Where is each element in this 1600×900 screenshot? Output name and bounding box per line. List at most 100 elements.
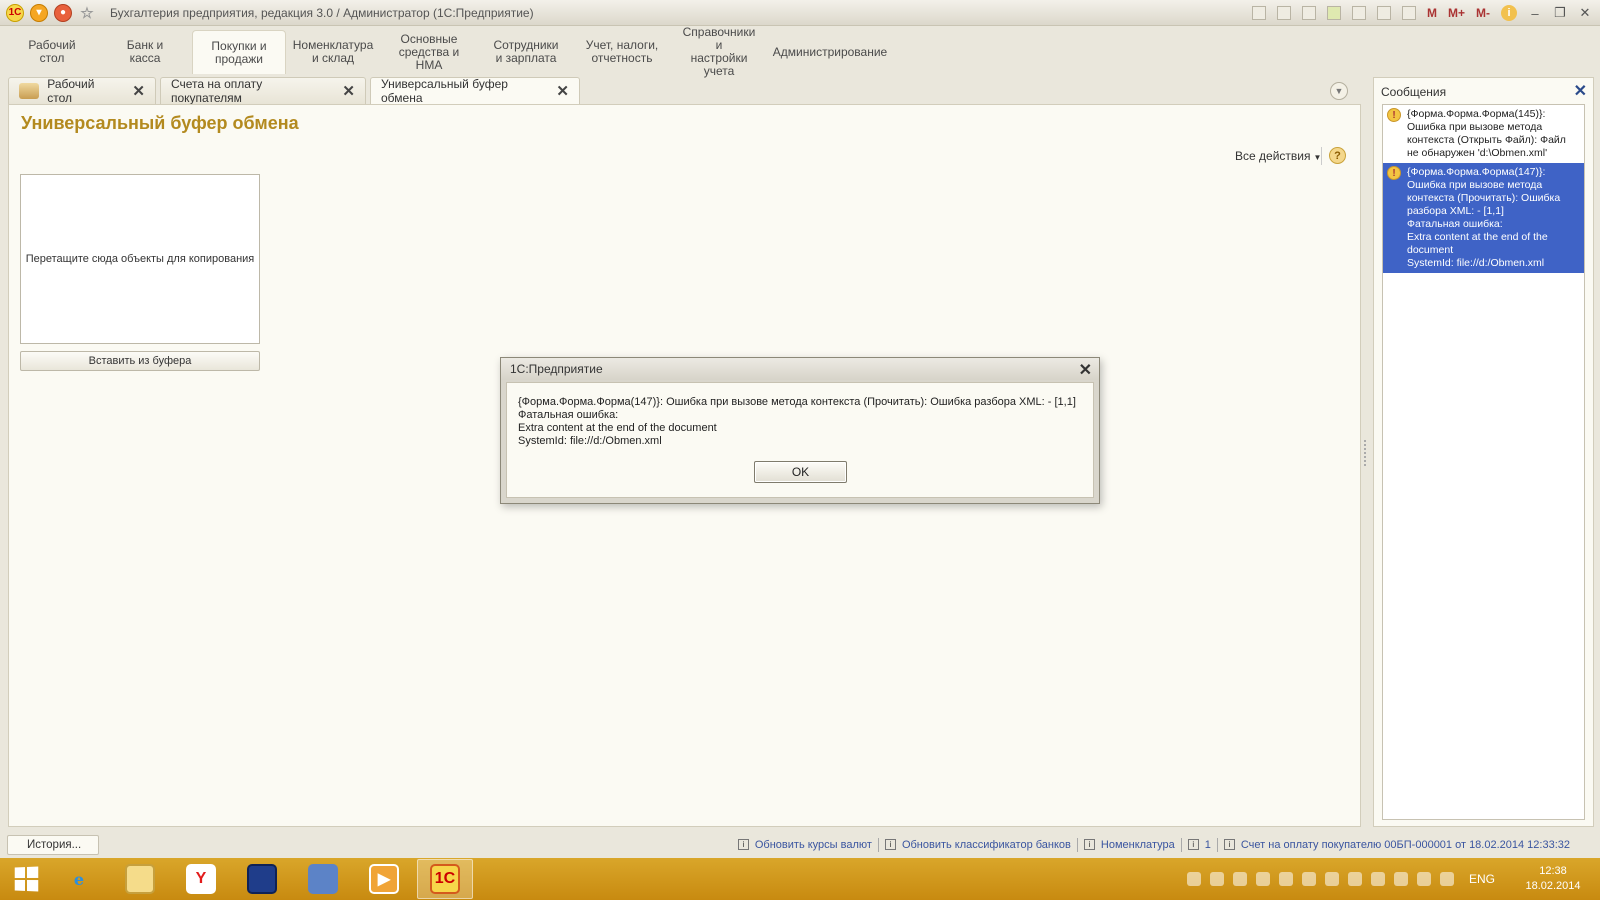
message-item-selected[interactable]: ! {Форма.Форма.Форма(147)}: Ошибка при в… xyxy=(1383,163,1584,273)
utorrent-icon[interactable] xyxy=(1186,872,1201,886)
memory-minus-button[interactable]: M- xyxy=(1476,6,1490,20)
start-button[interactable] xyxy=(6,858,46,900)
status-bar: История... i Обновить курсы валют i Обнови… xyxy=(0,831,1600,858)
favorites-add-icon[interactable] xyxy=(1326,6,1341,20)
open-windows-tabs: Рабочий стол ✕ Счета на оплату покупател… xyxy=(8,77,584,105)
tab-universal-clipboard[interactable]: Универсальный буфер обмена ✕ xyxy=(370,77,580,105)
section-purchases-sales[interactable]: Покупки и продажи xyxy=(192,30,286,74)
pen-icon[interactable] xyxy=(1278,872,1293,886)
warning-icon: ! xyxy=(1387,166,1401,180)
taskbar-app-1c[interactable]: 1С xyxy=(417,859,473,899)
taskbar-app-media[interactable]: ▶ xyxy=(356,859,412,899)
taskbar-app-ie[interactable]: e xyxy=(51,859,107,899)
tab-label: Универсальный буфер обмена xyxy=(381,77,508,105)
power-icon[interactable] xyxy=(1255,872,1270,886)
notification-update-rates[interactable]: i Обновить курсы валют xyxy=(737,839,872,851)
nvidia-icon[interactable] xyxy=(1232,872,1247,886)
dialog-message-line: SystemId: file://d:/Obmen.xml xyxy=(518,435,662,447)
notification-label: Обновить классификатор банков xyxy=(901,838,1071,851)
1c-logo-icon[interactable]: 1С xyxy=(6,3,24,22)
info-icon: i xyxy=(884,839,896,850)
taskbar-app-save[interactable] xyxy=(234,859,290,899)
clock-date: 18.02.2014 xyxy=(1525,880,1581,892)
clock-time: 12:38 xyxy=(1539,865,1567,877)
windows-taskbar: e Y ▶ 1С ENG 12:38 18.02.2014 xyxy=(0,858,1600,900)
info-icon[interactable]: i xyxy=(1501,5,1517,21)
print-icon[interactable] xyxy=(1276,6,1291,20)
notification-label: Номенклатура xyxy=(1100,838,1175,851)
info-icon: i xyxy=(1223,839,1235,850)
help-icon[interactable]: ? xyxy=(1329,147,1346,164)
tab-invoices[interactable]: Счета на оплату покупателям ✕ xyxy=(160,77,366,105)
section-fixed-assets[interactable]: Основные средства и НМА xyxy=(380,30,478,74)
message-line: document xyxy=(1407,244,1454,256)
tab-desktop[interactable]: Рабочий стол ✕ xyxy=(8,77,156,105)
section-bank[interactable]: Банк и касса xyxy=(98,30,192,74)
error-dialog: 1С:Предприятие ✕ {Форма.Форма.Форма(147)… xyxy=(500,357,1100,504)
minimize-button[interactable]: – xyxy=(1528,6,1542,21)
desktop-icon xyxy=(19,83,40,99)
message-line: не обнаружен 'd:\Obmen.xml' xyxy=(1407,147,1548,159)
calendar-icon[interactable] xyxy=(1401,6,1416,20)
message-line: контекста (Прочитать): Ошибка xyxy=(1407,192,1561,204)
media-player-icon: ▶ xyxy=(369,864,399,894)
all-actions-menu[interactable]: Все действия ▼ xyxy=(1235,149,1321,163)
close-icon[interactable]: ✕ xyxy=(132,82,145,100)
notification-nomenclature[interactable]: i Номенклатура xyxy=(1083,838,1175,851)
close-window-button[interactable]: ✕ xyxy=(1578,5,1592,21)
save-icon[interactable] xyxy=(1251,6,1266,20)
message-line: Фатальная ошибка: xyxy=(1407,218,1503,230)
favorites-star-icon[interactable]: ☆ xyxy=(78,4,96,22)
close-icon[interactable]: ✕ xyxy=(342,82,355,100)
main-menu-icon[interactable]: ▾ xyxy=(30,3,48,22)
section-administration[interactable]: Администрирование xyxy=(768,30,892,74)
dialog-title: 1С:Предприятие xyxy=(501,358,1099,380)
clock[interactable]: 12:38 18.02.2014 xyxy=(1518,864,1588,894)
messages-list[interactable]: ! {Форма.Форма.Форма(145)}: Ошибка при в… xyxy=(1382,104,1585,820)
action-center-icon[interactable] xyxy=(1301,872,1316,886)
window-titlebar: 1С ▾ ● ☆ Бухгалтерия предприятия, редакц… xyxy=(0,0,1600,26)
signal-icon[interactable] xyxy=(1416,872,1431,886)
close-icon[interactable]: ✕ xyxy=(1079,360,1092,380)
section-employees[interactable]: Сотрудники и зарплата xyxy=(478,30,574,74)
network-tray-icon[interactable] xyxy=(1209,872,1224,886)
close-icon[interactable]: ✕ xyxy=(1574,81,1587,101)
ok-button[interactable]: OK xyxy=(754,461,847,483)
section-desktop[interactable]: Рабочий стол xyxy=(6,30,98,74)
notification-count[interactable]: i1 xyxy=(1187,839,1211,851)
link-icon[interactable] xyxy=(1351,6,1366,20)
taskbar-app-yandex[interactable]: Y xyxy=(173,859,229,899)
close-icon[interactable]: ✕ xyxy=(556,82,569,100)
restore-button[interactable]: ❐ xyxy=(1553,5,1567,21)
section-accounting-reports[interactable]: Учет, налоги, отчетность xyxy=(574,30,670,74)
battery-icon[interactable] xyxy=(1393,872,1408,886)
tabs-dropdown-chevron-icon[interactable]: ▼ xyxy=(1330,82,1348,100)
message-line: Ошибка при вызове метода xyxy=(1407,121,1543,133)
security-icon[interactable] xyxy=(1370,872,1385,886)
section-nomenclature[interactable]: Номенклатура и склад xyxy=(286,30,380,74)
calculator-icon[interactable] xyxy=(1376,6,1391,20)
notification-invoice[interactable]: i Счет на оплату покупателю 00БП-000001 о… xyxy=(1223,839,1570,851)
panel-resize-handle[interactable] xyxy=(1364,440,1367,466)
taskbar-app-explorer[interactable] xyxy=(112,859,168,899)
memory-m-button[interactable]: M xyxy=(1427,6,1437,20)
message-item[interactable]: ! {Форма.Форма.Форма(145)}: Ошибка при в… xyxy=(1383,105,1584,163)
messages-title: Сообщения xyxy=(1381,85,1447,99)
drop-zone[interactable]: Перетащите сюда объекты для копирования xyxy=(20,174,260,344)
divider xyxy=(1076,837,1078,852)
bluetooth-icon[interactable] xyxy=(1324,872,1339,886)
notification-update-banks[interactable]: i Обновить классификатор банков xyxy=(884,838,1071,851)
display-icon[interactable] xyxy=(1347,872,1362,886)
section-references[interactable]: Справочники и настройки учета xyxy=(670,26,768,78)
sections-panel: Рабочий стол Банк и касса Покупки и прод… xyxy=(6,26,1594,78)
dialog-message-line: {Форма.Форма.Форма(147)}: Ошибка при выз… xyxy=(518,396,1076,408)
volume-icon[interactable] xyxy=(1439,872,1454,886)
paste-from-buffer-button[interactable]: Вставить из буфера xyxy=(20,351,260,371)
history-button[interactable]: История... xyxy=(7,835,99,855)
tab-label: Счета на оплату покупателям xyxy=(171,77,263,105)
history-icon[interactable]: ● xyxy=(54,3,72,22)
copy-icon[interactable] xyxy=(1301,6,1316,20)
memory-plus-button[interactable]: M+ xyxy=(1448,6,1465,20)
taskbar-app-network[interactable] xyxy=(295,859,351,899)
language-indicator[interactable]: ENG xyxy=(1469,872,1495,886)
